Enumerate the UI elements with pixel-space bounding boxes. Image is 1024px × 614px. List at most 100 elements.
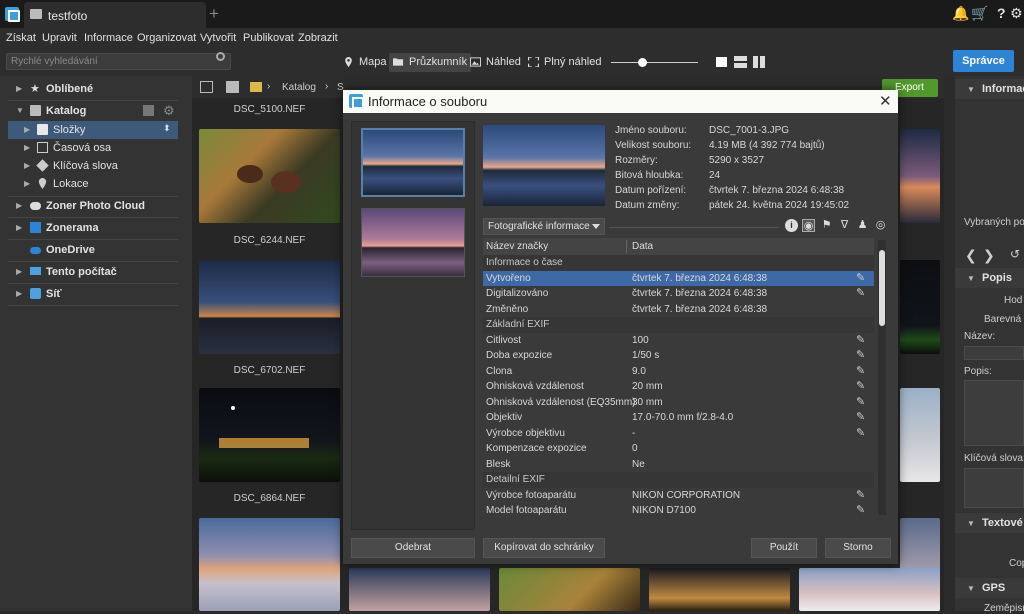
edit-pencil-icon[interactable]: ✎ [856, 272, 868, 284]
expand-arrow-icon[interactable]: ▶ [16, 201, 22, 210]
expand-arrow-icon[interactable]: ▶ [16, 223, 22, 232]
table-row[interactable]: Změněno čtvrtek 7. března 2024 6:48:38 [483, 302, 874, 318]
table-row[interactable]: Ohnisková vzdálenost 20 mm ✎ [483, 379, 874, 395]
info-icon[interactable]: i [785, 219, 798, 232]
view-mapa-button[interactable]: Mapa [339, 53, 391, 72]
table-row[interactable]: Výrobce fotoaparátu NIKON CORPORATION ✎ [483, 488, 874, 504]
section-gps[interactable]: ▼ GPS [955, 578, 1024, 598]
edit-pencil-icon[interactable]: ✎ [856, 489, 868, 501]
thumbnail-size-slider-knob[interactable] [638, 58, 647, 67]
table-row[interactable]: Citlivost 100 ✎ [483, 333, 874, 349]
edit-pencil-icon[interactable]: ✎ [856, 334, 868, 346]
collapse-arrow-icon[interactable]: ▼ [16, 106, 24, 115]
thumbnail-size-slider[interactable] [611, 62, 698, 63]
tree-zoner-cloud[interactable]: ▶ Zoner Photo Cloud [8, 197, 178, 215]
menu-zobrazit[interactable]: Zobrazit [298, 32, 338, 44]
kopirovat-button[interactable]: Kopírovat do schránky [483, 538, 605, 558]
tree-onedrive[interactable]: OneDrive [8, 241, 178, 259]
edit-pencil-icon[interactable]: ✎ [856, 380, 868, 392]
menu-organizovat[interactable]: Organizovat [137, 32, 196, 44]
help-icon[interactable]: ? [997, 6, 1006, 20]
expand-arrow-icon[interactable]: ▶ [24, 143, 30, 152]
section-informace[interactable]: ▼ Informace [955, 79, 1024, 99]
tree-lokace[interactable]: ▶ Lokace [8, 175, 178, 193]
tag-icon[interactable]: ⚑ [820, 219, 833, 232]
menu-informace[interactable]: Informace [84, 32, 133, 44]
cart-icon[interactable]: 🛒 [971, 6, 988, 20]
expand-arrow-icon[interactable]: ▶ [24, 125, 30, 134]
menu-upravit[interactable]: Upravit [42, 32, 77, 44]
search-icon[interactable] [216, 52, 225, 61]
bell-icon[interactable]: 🔔 [952, 6, 969, 20]
menu-publikovat[interactable]: Publikovat [243, 32, 294, 44]
thumbnail-image[interactable] [199, 129, 340, 223]
column-header-data[interactable]: Data [632, 241, 653, 252]
thumbnail-image[interactable] [499, 568, 640, 611]
thumbnail-image[interactable] [799, 568, 940, 611]
location-pin-icon[interactable]: ◎ [874, 219, 887, 232]
edit-pencil-icon[interactable]: ✎ [856, 349, 868, 361]
expand-arrow-icon[interactable]: ▶ [24, 161, 30, 170]
tree-katalog[interactable]: ▼ Katalog ⚙ [8, 102, 178, 120]
collapse-arrow-icon[interactable]: ▼ [967, 519, 975, 528]
expand-arrow-icon[interactable]: ▶ [16, 267, 22, 276]
table-row[interactable]: Vytvořeno čtvrtek 7. března 2024 6:48:38 ✎ [483, 270, 874, 286]
tree-klicova-slova[interactable]: ▶ Klíčová slova [8, 157, 178, 175]
thumbnail-image[interactable] [649, 568, 790, 611]
collapse-arrow-icon[interactable]: ▼ [967, 274, 975, 283]
rotate-icon[interactable]: ↺ [1010, 247, 1020, 261]
app-logo-icon[interactable] [5, 7, 20, 22]
menu-ziskat[interactable]: Získat [6, 32, 36, 44]
tree-casova-osa[interactable]: ▶ Časová osa [8, 139, 178, 157]
settings-icon[interactable]: ⚙ [1010, 6, 1023, 20]
expand-arrow-icon[interactable]: ▶ [16, 84, 22, 93]
select-icon[interactable] [200, 81, 213, 93]
table-row[interactable]: Blesk Ne [483, 457, 874, 473]
edit-pencil-icon[interactable]: ✎ [856, 427, 868, 439]
collapse-arrow-icon[interactable]: ▼ [967, 584, 975, 593]
section-textove[interactable]: ▼ Textové [955, 513, 1024, 533]
table-row[interactable]: Digitalizováno čtvrtek 7. března 2024 6:4… [483, 286, 874, 302]
close-icon[interactable]: ✕ [879, 92, 892, 110]
popis-field[interactable] [964, 380, 1024, 446]
storno-button[interactable]: Storno [825, 538, 891, 558]
view-nahled-button[interactable]: Náhled [466, 53, 525, 72]
breadcrumb-katalog[interactable]: Katalog [282, 82, 316, 93]
thumbnail-image[interactable] [199, 518, 340, 611]
view-plny-nahled-button[interactable]: Plný náhled [524, 53, 606, 72]
klicova-slova-field[interactable] [964, 468, 1024, 508]
thumbnail-image[interactable] [199, 388, 340, 482]
edit-pencil-icon[interactable]: ✎ [856, 365, 868, 377]
tree-zonerama[interactable]: ▶ Zonerama [8, 219, 178, 237]
arrow-right-icon[interactable]: ❯ [983, 247, 995, 264]
table-row[interactable]: Clona 9.0 ✎ [483, 364, 874, 380]
nazev-field[interactable] [964, 346, 1024, 360]
dialog-thumbnail[interactable] [361, 128, 465, 197]
tab-testfoto[interactable]: testfoto [24, 2, 206, 28]
new-tab-icon[interactable]: + [209, 5, 219, 22]
edit-pencil-icon[interactable]: ✎ [856, 411, 868, 423]
table-row[interactable]: Ohnisková vzdálenost (EQ35mm) 30 mm ✎ [483, 395, 874, 411]
layout-columns-icon[interactable] [752, 55, 767, 69]
layout-single-icon[interactable] [714, 55, 729, 69]
tree-slozky[interactable]: ▶ Složky ⬍ [8, 121, 178, 139]
edit-pencil-icon[interactable]: ✎ [856, 396, 868, 408]
column-header-nazev[interactable]: Název značky [486, 241, 548, 252]
section-popis[interactable]: ▼ Popis [955, 268, 1024, 288]
table-row[interactable]: Doba expozice 1/50 s ✎ [483, 348, 874, 364]
scrollbar-thumb[interactable] [879, 250, 885, 326]
thumbnail-image[interactable] [900, 260, 940, 354]
search-input[interactable]: Rychlé vyhledávání [6, 53, 231, 70]
tree-tento-pocitac[interactable]: ▶ Tento počítač [8, 263, 178, 281]
add-folder-icon[interactable] [143, 105, 154, 116]
table-row[interactable]: Kompenzace expozice 0 [483, 441, 874, 457]
table-row[interactable]: Výrobce objektivu - ✎ [483, 426, 874, 442]
thumbnail-image[interactable] [349, 568, 490, 611]
info-type-select[interactable]: Fotografické informace [483, 218, 605, 235]
edit-pencil-icon[interactable]: ✎ [856, 504, 868, 516]
odebrat-button[interactable]: Odebrat [351, 538, 475, 558]
table-row[interactable]: Model fotoaparátu NIKON D7100 ✎ [483, 503, 874, 516]
expand-arrow-icon[interactable]: ▶ [16, 289, 22, 298]
expand-arrow-icon[interactable]: ▶ [24, 179, 30, 188]
thumbnail-image[interactable] [900, 388, 940, 482]
